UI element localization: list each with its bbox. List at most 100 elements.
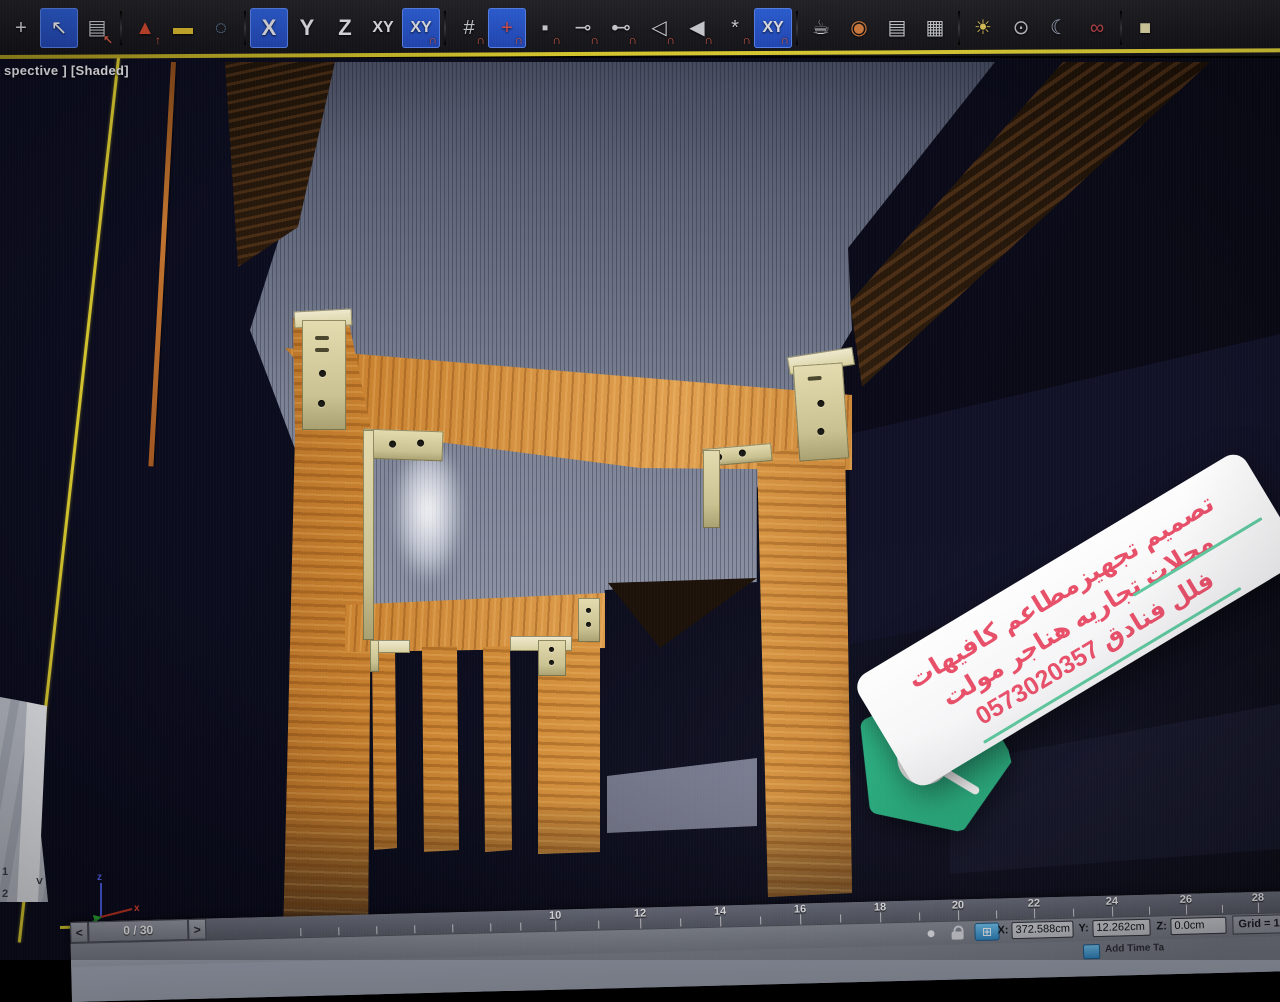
bracket-screw [549, 647, 554, 652]
selection-lock-icon[interactable] [951, 925, 963, 939]
snap-percent-icon[interactable]: *∩ [716, 8, 754, 48]
ruler-tick [720, 917, 721, 927]
ruler-tick [338, 927, 339, 935]
render-production-icon[interactable]: ∞ [1078, 8, 1116, 48]
y-coord-label: Y: [1078, 922, 1088, 934]
toolbar-separator [244, 11, 246, 45]
ruler-tick [598, 921, 599, 929]
toolbar-separator [120, 11, 122, 45]
ruler-tick [840, 914, 841, 922]
axis-y-button[interactable]: Y [288, 8, 326, 48]
snap-grid-icon[interactable]: #∩ [450, 8, 488, 48]
toolbar-end-button[interactable]: ■ [1126, 8, 1164, 48]
z-coord-field[interactable]: 0.0cm [1170, 917, 1226, 935]
x-coord-field[interactable]: 372.588cm [1011, 921, 1073, 940]
snap-pivot-icon[interactable]: +∩ [488, 8, 526, 48]
toolbar-separator [796, 11, 798, 45]
axis-x-button[interactable]: X [250, 8, 288, 48]
z-coord-label: Z: [1156, 920, 1167, 932]
axis-xy-button[interactable]: XY [364, 8, 402, 48]
right-under-beam-bracket-leg [703, 450, 720, 528]
light-bulb-icon[interactable]: ☀ [964, 8, 1002, 48]
ruler-tick [680, 919, 681, 927]
ruler-tick [414, 925, 415, 933]
bracket-screw [389, 441, 396, 448]
measure-ruler-icon[interactable]: ▬ [164, 8, 202, 48]
bracket-screw [318, 400, 325, 407]
environment-icon[interactable]: ☾ [1040, 8, 1078, 48]
ruler-tick [800, 914, 801, 924]
snap-endpoint-icon[interactable]: ⊸∩ [564, 8, 602, 48]
bracket-screw [549, 660, 554, 665]
ruler-tick [919, 912, 920, 920]
ruler-tick [880, 912, 881, 922]
toolbar-separator [1120, 11, 1122, 45]
x-coord-label: X: [997, 924, 1008, 936]
ruler-tick [490, 923, 491, 931]
bracket-screw [586, 608, 591, 613]
camera-icon[interactable]: ⊙ [1002, 8, 1040, 48]
corner-bracket-plate [302, 320, 346, 430]
ruler-tick [1112, 907, 1113, 917]
snap-face-icon[interactable]: ◀∩ [678, 8, 716, 48]
render-setup-icon[interactable]: ▤ [878, 8, 916, 48]
bracket-screw [586, 622, 591, 627]
toolbar-separator [958, 11, 960, 45]
bracket-slot [808, 376, 822, 381]
ruler-tick [996, 911, 997, 919]
bracket-slot [315, 348, 329, 352]
axis-z-label: z [97, 872, 102, 883]
viewport[interactable]: spective ] [Shaded] z x تصميم تجهيزمطاعم… [0, 58, 1280, 960]
y-coord-field[interactable]: 12.262cm [1092, 919, 1150, 937]
bracket-screw [817, 400, 824, 407]
render-teapot-icon[interactable]: ☕ [802, 8, 840, 48]
thin-wood-edge [148, 62, 176, 467]
add-time-tag-label[interactable]: Add Time Ta [1105, 942, 1164, 954]
ruler-tick [760, 917, 761, 925]
snap-xy-toggle-icon[interactable]: XY∩ [754, 8, 792, 48]
bracket-screw [417, 439, 424, 446]
snap-vertex-icon[interactable]: ▪∩ [526, 8, 564, 48]
ruler-tick [1034, 909, 1035, 919]
frame-next-button[interactable]: > [188, 919, 207, 940]
ruler-tick [520, 923, 521, 931]
under-beam-bracket-leg [363, 430, 374, 640]
main-toolbar: +↖▤↖▲↑▬◌XYZXYXY∩#∩+∩▪∩⊸∩⊷∩◁∩◀∩*∩XY∩☕◉▤▦☀… [0, 0, 1280, 56]
material-editor-icon[interactable]: ◉ [840, 8, 878, 48]
right-bracket-plate [793, 362, 850, 461]
ruler-tick [1258, 903, 1259, 913]
ruler-tick [376, 926, 377, 934]
ruler-tick [1149, 907, 1150, 915]
frame-prev-button[interactable]: < [70, 922, 89, 943]
ruler-tick [452, 924, 453, 932]
viewport-left-border [18, 58, 120, 943]
toolbar-separator [444, 11, 446, 45]
bracket-screw [739, 449, 747, 457]
ruler-tick [555, 921, 556, 931]
structure-tool-icon[interactable]: ▲↑ [126, 8, 164, 48]
axis-plane-snap-button[interactable]: XY∩ [402, 8, 440, 48]
time-slider[interactable]: 0 / 30 [88, 919, 188, 943]
snap-midpoint-icon[interactable]: ⊷∩ [602, 8, 640, 48]
viewport-label[interactable]: spective ] [Shaded] [4, 63, 129, 78]
ruler-tick [958, 911, 959, 921]
transform-typein-button[interactable]: ⊞ [974, 922, 999, 941]
snap-angle-icon[interactable]: ◁∩ [640, 8, 678, 48]
gate-bracket-left-leg [370, 640, 379, 672]
ruler-tick [1186, 905, 1187, 915]
ruler-tick [640, 919, 641, 929]
rendered-frame-icon[interactable]: ▦ [916, 8, 954, 48]
grid-size-readout: Grid = 10. [1232, 913, 1280, 934]
move-tool-icon[interactable]: + [2, 8, 40, 48]
add-time-tag-icon[interactable] [1083, 944, 1100, 959]
select-by-name-icon[interactable]: ▤↖ [78, 8, 116, 48]
bracket-screw [319, 370, 326, 377]
axis-z-button[interactable]: Z [326, 8, 364, 48]
selection-region-icon[interactable]: ◌ [202, 8, 240, 48]
axis-x-label: x [134, 903, 140, 914]
ruler-tick [1222, 905, 1223, 913]
select-object-icon[interactable]: ↖ [40, 8, 78, 48]
rail-end-bracket [578, 598, 600, 642]
ruler-tick [1073, 909, 1074, 917]
lock-body [952, 931, 964, 939]
